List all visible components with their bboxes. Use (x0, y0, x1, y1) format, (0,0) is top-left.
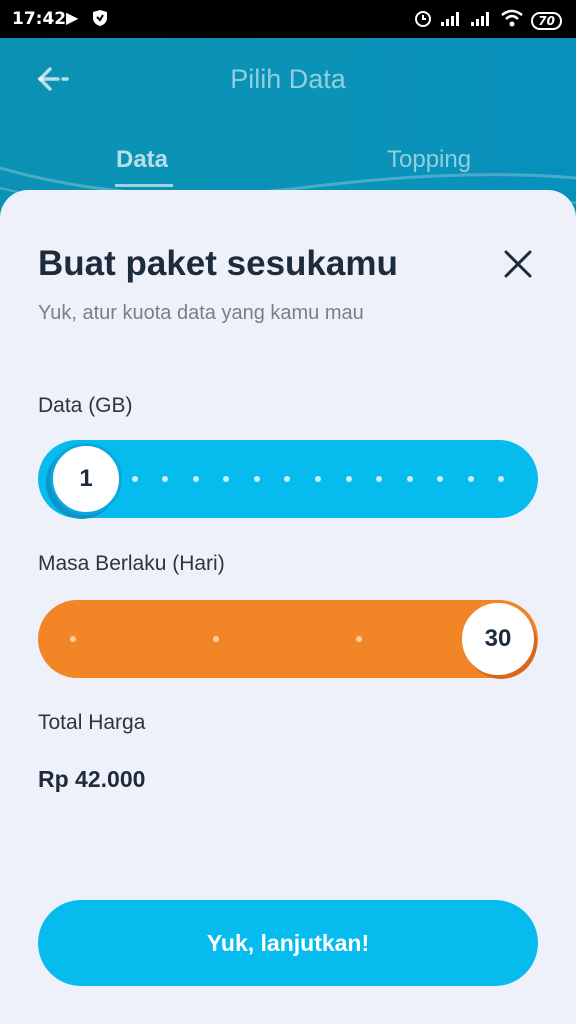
play-icon: ▶ (66, 8, 79, 27)
validity-slider[interactable]: 30 (38, 600, 538, 678)
sheet-title: Buat paket sesukamu (38, 244, 398, 283)
signal-icon (441, 10, 463, 31)
slider-step-dot (376, 476, 382, 482)
total-price-value: Rp 42.000 (38, 766, 146, 792)
masa-slider-label: Masa Berlaku (Hari) (38, 552, 225, 575)
page-title: Pilih Data (230, 64, 346, 94)
slider-step-dot (254, 476, 260, 482)
data-slider-label: Data (GB) (38, 394, 133, 417)
slider-step-dot (162, 476, 168, 482)
slider-step-dot (193, 476, 199, 482)
slider-step-dot (223, 476, 229, 482)
slider-step-dot (213, 636, 219, 642)
slider-step-dot (498, 476, 504, 482)
close-icon (504, 250, 532, 278)
battery-icon: 70 (531, 11, 562, 30)
data-slider[interactable]: 1 (38, 440, 538, 518)
total-price-label: Total Harga (38, 711, 146, 734)
close-button[interactable] (500, 246, 536, 282)
sheet-subtitle: Yuk, atur kuota data yang kamu mau (38, 302, 364, 324)
tab-data[interactable]: Data (116, 146, 168, 174)
shield-icon (90, 8, 110, 33)
slider-step-dot (284, 476, 290, 482)
slider-step-dot (70, 636, 76, 642)
custom-package-sheet: Buat paket sesukamu Yuk, atur kuota data… (0, 190, 576, 1024)
status-time: 17:42 (12, 9, 67, 29)
status-bar: 17:42 ▶ 70 (0, 0, 576, 38)
slider-step-dot (315, 476, 321, 482)
validity-slider-thumb[interactable]: 30 (462, 603, 534, 675)
slider-step-dot (346, 476, 352, 482)
wifi-icon (501, 9, 524, 32)
active-tab-indicator (115, 184, 173, 187)
slider-step-dot (132, 476, 138, 482)
alarm-icon (413, 8, 433, 33)
data-slider-thumb[interactable]: 1 (50, 443, 122, 515)
slider-step-dot (356, 636, 362, 642)
tab-topping[interactable]: Topping (387, 146, 471, 174)
slider-step-dot (407, 476, 413, 482)
continue-button[interactable]: Yuk, lanjutkan! (38, 900, 538, 986)
slider-step-dot (468, 476, 474, 482)
signal-icon (471, 10, 493, 31)
status-icons: 70 (413, 8, 562, 33)
slider-step-dot (437, 476, 443, 482)
